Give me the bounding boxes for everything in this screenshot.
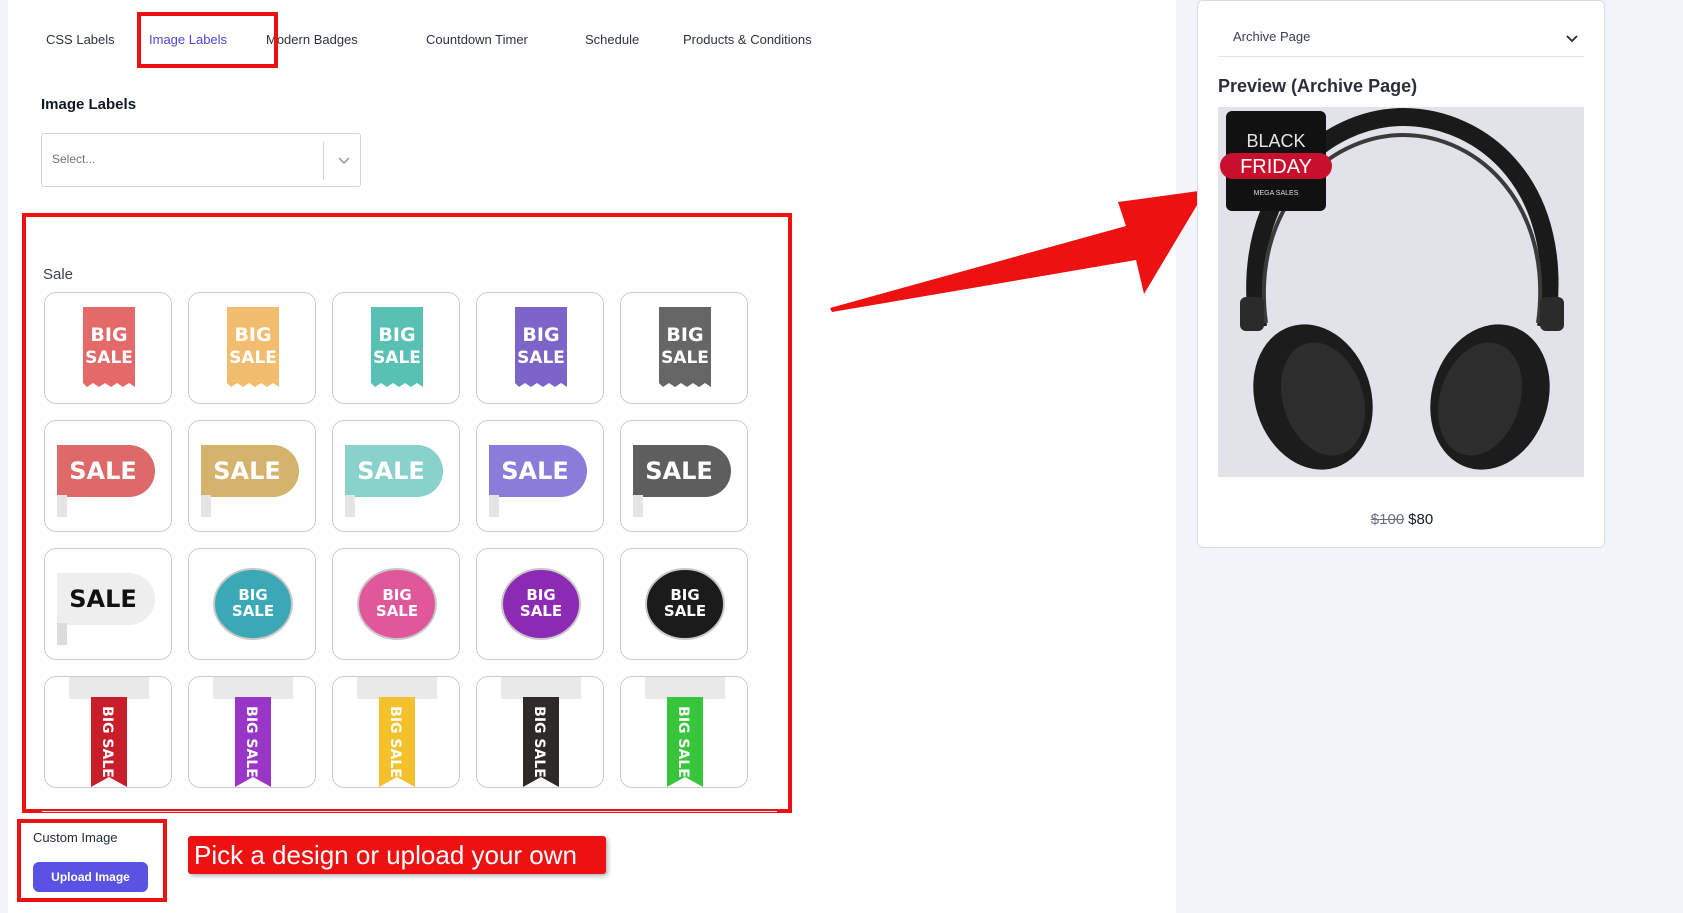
badge-line1: BLACK	[1246, 131, 1305, 151]
badge-graphic: SALE	[201, 445, 299, 517]
custom-image-label: Custom Image	[33, 830, 118, 845]
headphones-image: BLACK FRIDAY MEGA SALES	[1220, 107, 1564, 470]
badge-text: SALE	[232, 602, 274, 620]
sale-tag-option[interactable]: SALE	[44, 548, 172, 660]
sale-bookmark-option[interactable]: BIG SALE	[620, 676, 748, 788]
sale-ribbon-option[interactable]: BIG SALE	[188, 292, 316, 404]
sale-bookmark-option[interactable]: BIG SALE	[476, 676, 604, 788]
page-select-value: Archive Page	[1233, 29, 1311, 44]
image-label-select[interactable]: Select...	[41, 133, 361, 187]
badge-graphic: SALE	[345, 445, 443, 517]
badge-graphic: BIG SALE	[501, 677, 581, 787]
sale-ribbon-option[interactable]: BIG SALE	[332, 292, 460, 404]
badge-text: SALE	[373, 348, 421, 368]
badge-graphic: BIGSALE	[645, 568, 725, 640]
badge-graphic: SALE	[489, 445, 587, 517]
tab-highlight-frame	[137, 12, 278, 68]
sale-tag-option[interactable]: SALE	[476, 420, 604, 532]
sale-tag-option[interactable]: SALE	[332, 420, 460, 532]
badge-text: BIG SALE	[675, 706, 691, 778]
preview-card: Archive Page Preview (Archive Page) BLAC…	[1197, 0, 1605, 548]
section-title: Image Labels	[41, 96, 137, 113]
upload-image-button[interactable]: Upload Image	[33, 862, 148, 892]
badge-line3: MEGA SALES	[1254, 190, 1299, 197]
sale-tag-option[interactable]: SALE	[44, 420, 172, 532]
badge-text: SALE	[661, 348, 709, 368]
main-panel: CSS Labels Image Labels Modern Badges Co…	[8, 0, 1206, 913]
badge-text: SALE	[664, 602, 706, 620]
custom-image-section: Custom Image Upload Image	[17, 819, 167, 902]
sale-ribbon-option[interactable]: BIG SALE	[476, 292, 604, 404]
preview-title: Preview (Archive Page)	[1218, 76, 1418, 96]
badge-text: BIG	[90, 324, 127, 346]
label-gallery: Sale BIG SALE BIG SALE BIG SALE BIG SALE BIG SALE…	[22, 213, 792, 813]
price-old: $100	[1370, 511, 1405, 528]
chevron-down-icon	[1566, 35, 1578, 43]
product-image: BLACK FRIDAY MEGA SALES	[1218, 107, 1584, 477]
gallery-divider	[42, 811, 777, 812]
select-divider	[323, 142, 324, 180]
chevron-down-icon	[338, 157, 350, 165]
badge-text: BIG	[666, 324, 703, 346]
badge-text: SALE	[501, 457, 569, 485]
tab-products-conditions[interactable]: Products & Conditions	[683, 28, 812, 52]
badge-text: SALE	[520, 602, 562, 620]
badge-text: BIG	[378, 324, 415, 346]
tab-modern-badges[interactable]: Modern Badges	[266, 28, 358, 52]
badge-text: SALE	[645, 457, 713, 485]
price: $100 $80	[1198, 511, 1606, 528]
badge-graphic: BIG SALE	[213, 677, 293, 787]
badge-text: SALE	[69, 585, 137, 613]
gallery-group-label: Sale	[43, 266, 74, 283]
badge-graphic: SALE	[633, 445, 731, 517]
badge-graphic: BIGSALE	[501, 568, 581, 640]
sale-bookmark-option[interactable]: BIG SALE	[44, 676, 172, 788]
badge-graphic: SALE	[57, 573, 155, 645]
sale-circle-option[interactable]: BIG SALE	[332, 548, 460, 660]
sale-circle-option[interactable]: BIG SALE	[620, 548, 748, 660]
arrow-annotation	[830, 190, 1206, 312]
badge-graphic: BIGSALE	[227, 307, 279, 387]
sale-ribbon-option[interactable]: BIG SALE	[44, 292, 172, 404]
select-placeholder: Select...	[52, 152, 96, 166]
badge-text: SALE	[517, 348, 565, 368]
tab-bar: CSS Labels Image Labels Modern Badges Co…	[8, 0, 1176, 80]
badge-text: BIG	[522, 324, 559, 346]
page-select[interactable]: Archive Page	[1218, 21, 1584, 57]
badge-text: SALE	[213, 457, 281, 485]
sale-circle-option[interactable]: BIG SALE	[476, 548, 604, 660]
sale-tag-option[interactable]: SALE	[620, 420, 748, 532]
badge-graphic: BIGSALE	[357, 568, 437, 640]
badge-text: BIG SALE	[531, 706, 547, 778]
badge-text: BIG SALE	[387, 706, 403, 778]
price-new: $80	[1408, 511, 1434, 528]
badge-text: SALE	[357, 457, 425, 485]
badge-graphic: BIG SALE	[645, 677, 725, 787]
badge-graphic: BIGSALE	[371, 307, 423, 387]
badge-text: BIG SALE	[243, 706, 259, 778]
callout-banner: Pick a design or upload your own	[188, 836, 606, 874]
sale-bookmark-option[interactable]: BIG SALE	[188, 676, 316, 788]
badge-graphic: BIGSALE	[515, 307, 567, 387]
badge-graphic: BIG SALE	[357, 677, 437, 787]
badge-text: SALE	[229, 348, 277, 368]
tab-schedule[interactable]: Schedule	[585, 28, 639, 52]
badge-text: BIG SALE	[99, 706, 115, 778]
sale-circle-option[interactable]: BIG SALE	[188, 548, 316, 660]
badge-graphic: BIGSALE	[213, 568, 293, 640]
badge-graphic: BIG SALE	[69, 677, 149, 787]
tab-countdown-timer[interactable]: Countdown Timer	[426, 28, 528, 52]
badge-text: SALE	[69, 457, 137, 485]
badge-graphic: SALE	[57, 445, 155, 517]
tab-css-labels[interactable]: CSS Labels	[46, 28, 115, 52]
badge-text: SALE	[376, 602, 418, 620]
badge-graphic: BIGSALE	[659, 307, 711, 387]
badge-line2: FRIDAY	[1240, 156, 1312, 178]
badge-text: BIG	[234, 324, 271, 346]
badge-text: SALE	[85, 348, 133, 368]
sale-ribbon-option[interactable]: BIG SALE	[620, 292, 748, 404]
sale-tag-option[interactable]: SALE	[188, 420, 316, 532]
sale-bookmark-option[interactable]: BIG SALE	[332, 676, 460, 788]
badge-graphic: BIGSALE	[83, 307, 135, 387]
